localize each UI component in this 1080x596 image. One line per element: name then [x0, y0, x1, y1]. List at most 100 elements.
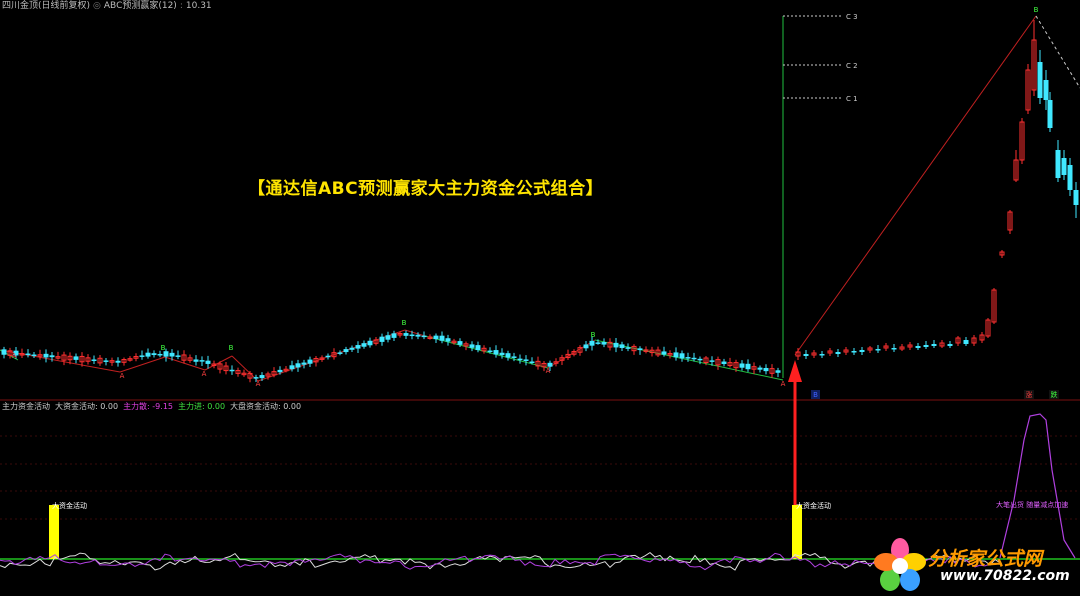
- marker-b: B: [591, 331, 596, 339]
- candle-body: [613, 342, 619, 348]
- candle-body: [337, 352, 343, 354]
- marker-b: B: [1034, 6, 1039, 14]
- candle-body: [457, 341, 463, 345]
- candle-body: [803, 354, 809, 356]
- stock-chart: AAAAAAABBBBB C 3C 2C 1 大资金活动大资金活动大笔出货 随量…: [0, 6, 1080, 571]
- candle-body: [583, 344, 589, 349]
- candle-body: [145, 352, 151, 357]
- trend-line-red: [164, 356, 206, 371]
- candle-body: [679, 353, 685, 359]
- watermark: 分析家公式网 www.70822.com: [870, 536, 1080, 596]
- candle-body: [745, 363, 751, 370]
- candle-body: [469, 344, 475, 348]
- marker-a: A: [546, 367, 551, 375]
- candle-body: [493, 350, 499, 355]
- candle-body: [931, 344, 937, 346]
- candle-body: [619, 344, 625, 348]
- candle-body: [691, 357, 697, 360]
- candle-body: [229, 369, 235, 372]
- indicator-item: 大盘资金活动: 0.00: [230, 402, 302, 411]
- flower-logo-icon: [874, 538, 926, 591]
- c-target-label: C 2: [846, 62, 858, 70]
- candle-body: [193, 359, 199, 362]
- candle-body: [199, 360, 205, 362]
- c-targets: C 3 C 2 C 1: [782, 13, 858, 378]
- candle-body: [169, 352, 175, 357]
- candle-body: [349, 347, 355, 350]
- candle-body: [529, 361, 535, 364]
- watermark-cn: 分析家公式网: [928, 548, 1043, 570]
- candle-body: [91, 359, 97, 361]
- candle-body: [175, 355, 181, 357]
- candle-body: [325, 355, 331, 358]
- indicator-item: 大资金活动: 0.00: [55, 402, 119, 411]
- c-target-label: C 1: [846, 95, 858, 103]
- candle-body: [1037, 62, 1043, 98]
- candle-body: [25, 353, 31, 356]
- candle-body: [637, 348, 643, 351]
- candle-body: [739, 363, 745, 368]
- projection-line: [794, 15, 1037, 356]
- marker-b: B: [161, 344, 166, 352]
- candle-body: [49, 355, 55, 358]
- candle-body: [73, 356, 79, 360]
- candle-body: [511, 356, 517, 358]
- candles: [1, 20, 1079, 383]
- candle-body: [439, 335, 445, 341]
- candle-body: [1067, 165, 1073, 190]
- candle-body: [499, 352, 505, 356]
- event-label: 大资金活动: [796, 501, 831, 510]
- candle-body: [625, 347, 631, 349]
- candle-body: [421, 335, 427, 338]
- candle-body: [361, 343, 367, 347]
- candle-body: [415, 334, 421, 337]
- indicator-legend: 主力资金活动 大资金活动: 0.00 主力散: -9.15 主力进: 0.00 大盘资金…: [0, 401, 306, 413]
- candle-body: [139, 355, 145, 357]
- marker-a: A: [781, 380, 786, 388]
- candle-body: [409, 334, 415, 337]
- candle-body: [763, 367, 769, 372]
- candle-body: [31, 354, 37, 357]
- candle-body: [775, 370, 781, 373]
- candle-body: [295, 363, 301, 368]
- candle-body: [43, 353, 49, 358]
- candle-body: [1055, 150, 1061, 178]
- indicator-item: 主力散: -9.15: [123, 402, 173, 411]
- candle-body: [891, 348, 897, 350]
- main-grid: [0, 399, 1080, 520]
- marker-b: B: [229, 344, 234, 352]
- candle-body: [355, 345, 361, 349]
- event-label: 大资金活动: [52, 501, 87, 510]
- candle-body: [343, 349, 349, 353]
- candle-body: [445, 338, 451, 342]
- marker-a: A: [202, 370, 207, 378]
- bottom-tag: B: [813, 391, 818, 399]
- candle-body: [673, 352, 679, 358]
- indicator-item: 主力进: 0.00: [178, 402, 226, 411]
- candle-body: [589, 340, 595, 346]
- marker-a: A: [120, 372, 125, 380]
- candle-body: [915, 346, 921, 348]
- candle-body: [517, 358, 523, 361]
- oscillator-line: [0, 551, 1001, 571]
- trend-line-green: [424, 335, 549, 369]
- candle-body: [151, 353, 157, 356]
- marker-a: A: [256, 380, 261, 388]
- marker-b: B: [402, 319, 407, 327]
- candle-body: [253, 377, 259, 379]
- capital-bar: [792, 505, 802, 559]
- marker-a: A: [12, 352, 17, 360]
- candle-body: [433, 335, 439, 340]
- indicator-item: 主力资金活动: [2, 402, 50, 411]
- candle-body: [487, 350, 493, 353]
- candle-body: [277, 369, 283, 373]
- candle-body: [709, 360, 715, 362]
- candle-body: [379, 336, 385, 342]
- candle-body: [685, 357, 691, 359]
- candle-body: [875, 349, 881, 351]
- candle-body: [367, 340, 373, 346]
- c-target-label: C 3: [846, 13, 858, 21]
- candle-body: [157, 353, 163, 356]
- candle-body: [1073, 190, 1079, 205]
- candle-body: [163, 351, 169, 357]
